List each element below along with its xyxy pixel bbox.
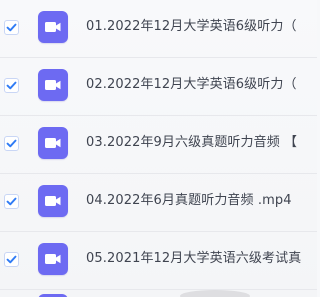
file-name[interactable]: 05.2021年12月大学英语六级考试真	[86, 249, 301, 269]
file-row-1[interactable]: 01.2022年12月大学英语6级听力（	[0, 0, 317, 58]
video-file-icon	[38, 243, 68, 275]
file-row-3[interactable]: 03.2022年9月六级真题听力音频 【	[0, 116, 317, 174]
video-file-icon	[38, 185, 68, 217]
checkmark-icon	[6, 23, 17, 32]
row-checkbox[interactable]	[4, 78, 19, 93]
row-checkbox[interactable]	[4, 252, 19, 267]
row-checkbox[interactable]	[4, 20, 19, 35]
row-checkbox[interactable]	[4, 136, 19, 151]
cursor-shadow	[180, 290, 250, 297]
file-row-2[interactable]: 02.2022年12月大学英语6级听力（	[0, 58, 317, 116]
video-file-icon	[38, 127, 68, 159]
checkmark-icon	[6, 81, 17, 90]
file-row-4[interactable]: 04.2022年6月真题听力音频 .mp4	[0, 174, 317, 232]
file-row-5[interactable]: 05.2021年12月大学英语六级考试真	[0, 232, 317, 290]
video-file-icon	[38, 69, 68, 101]
file-name[interactable]: 02.2022年12月大学英语6级听力（	[86, 75, 297, 95]
file-name[interactable]: 01.2022年12月大学英语6级听力（	[86, 17, 297, 37]
row-checkbox[interactable]	[4, 194, 19, 209]
file-name[interactable]: 03.2022年9月六级真题听力音频 【	[86, 133, 297, 153]
video-file-icon	[38, 11, 68, 43]
file-name[interactable]: 04.2022年6月真题听力音频 .mp4	[86, 191, 292, 211]
checkmark-icon	[6, 139, 17, 148]
file-list: 01.2022年12月大学英语6级听力（ 02.2022年12月大学英语6级听力…	[0, 0, 317, 297]
checkmark-icon	[6, 197, 17, 206]
checkmark-icon	[6, 255, 17, 264]
file-row-6-partial[interactable]	[0, 290, 317, 297]
